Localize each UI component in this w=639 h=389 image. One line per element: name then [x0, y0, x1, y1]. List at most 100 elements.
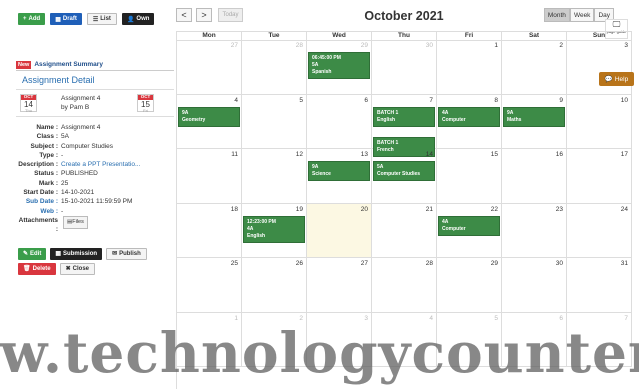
calendar-header: < > Today October 2021 Month Week Day — [176, 8, 632, 24]
day-cell[interactable]: 29 06:45:00 PM 5A Spanish — [307, 40, 372, 95]
calendar-event[interactable]: 9A Maths — [503, 106, 565, 127]
day-cell[interactable]: 1 — [437, 40, 502, 95]
day-cell[interactable]: 30 — [502, 258, 567, 313]
day-cell[interactable]: 25 — [177, 258, 242, 313]
day-cell[interactable]: 5 — [242, 94, 307, 149]
day-cell[interactable]: 3 — [307, 312, 372, 367]
view-month-button[interactable]: Month — [543, 8, 570, 22]
field-start-date: Start Date :14-10-2021 — [23, 189, 95, 197]
end-date-calendar-icon: OCT 15 Fri — [137, 94, 154, 112]
calendar-event[interactable]: 06:45:00 PM 5A Spanish — [308, 52, 370, 79]
day-cell[interactable]: 26 — [242, 258, 307, 313]
field-description: Description : Create a PPT Presentatio... — [16, 160, 174, 169]
close-icon: ✖ — [65, 266, 71, 273]
day-cell[interactable]: 6 — [307, 94, 372, 149]
day-cell[interactable]: 27 — [307, 258, 372, 313]
field-web: Web :- — [40, 207, 64, 215]
day-cell[interactable]: 5 — [437, 312, 502, 367]
view-week-button[interactable]: Week — [569, 8, 595, 22]
day-cell[interactable]: 30 — [372, 40, 437, 95]
day-cell[interactable]: 14 5A Computer Studies — [372, 149, 437, 204]
field-class: Class :5A — [36, 133, 69, 141]
calendar-event[interactable]: 4A Computer — [438, 215, 500, 236]
calendar-event[interactable]: 4A Computer — [438, 106, 500, 127]
day-cell[interactable]: 16 — [502, 149, 567, 204]
start-date-calendar-icon: OCT 14 Thu — [20, 94, 37, 112]
week-row: 27 28 29 06:45:00 PM 5A Spanish 30 1 2 3 — [177, 40, 632, 95]
day-cell[interactable]: 2 — [502, 40, 567, 95]
day-cell[interactable]: 6 — [502, 312, 567, 367]
top-toolbar: + Add ▦ Draft ☰ List 👤 Own — [18, 13, 155, 25]
calendar-event[interactable]: 9A Geometry — [178, 106, 240, 127]
week-row: 1 2 3 4 5 6 7 — [177, 312, 632, 367]
draft-button[interactable]: ▦ Draft — [50, 13, 82, 25]
user-icon: 👤 — [126, 16, 135, 23]
summary-header: New Assignment Summary — [16, 59, 174, 70]
day-cell[interactable]: 31 — [567, 258, 632, 313]
day-cell[interactable]: 21 — [372, 203, 437, 258]
day-cell[interactable]: 18 — [177, 203, 242, 258]
detail-fields: Name : Assignment 4 Class :5A Subject : Co… — [16, 117, 174, 235]
action-row-2: 🗑 Delete ✖ Close — [16, 262, 174, 275]
day-cell[interactable]: 1 — [177, 312, 242, 367]
close-button[interactable]: ✖ Close — [59, 262, 96, 275]
day-cell[interactable]: 13 9A Science — [307, 149, 372, 204]
monitor-icon: 🖵 — [612, 20, 621, 29]
plus-icon: + — [23, 16, 27, 22]
help-button[interactable]: 💬 Help — [599, 72, 634, 86]
field-attachments: Attachments : ▤ Files — [16, 215, 174, 235]
day-cell[interactable]: 17 — [567, 149, 632, 204]
day-cell[interactable]: 9 9A Maths — [502, 94, 567, 149]
field-sub-date: Sub Date :15-10-2021 11:59:59 PM — [25, 198, 133, 206]
day-cell[interactable]: 15 — [437, 149, 502, 204]
day-cell[interactable]: 12 — [242, 149, 307, 204]
calendar-event[interactable]: 5A Computer Studies — [373, 161, 435, 181]
weekday-header: Mon Tue Wed Thu Fri Sat Sun — [177, 31, 632, 41]
detail-title: Assignment Detail — [16, 70, 174, 90]
day-cell[interactable]: 2 — [242, 312, 307, 367]
list-icon: ☰ — [92, 16, 99, 23]
day-cell[interactable]: 23 — [502, 203, 567, 258]
day-cell[interactable]: 4 — [372, 312, 437, 367]
day-cell[interactable]: 10 — [567, 94, 632, 149]
week-row: 18 19 12:23:00 PM 4A English 20 21 22 4A Co… — [177, 203, 632, 258]
day-cell[interactable]: 7 BATCH 1 English BATCH 1 French — [372, 94, 437, 157]
own-button[interactable]: 👤 Own — [121, 13, 155, 25]
publish-button[interactable]: ✉ Publish — [106, 247, 147, 260]
add-button[interactable]: + Add — [18, 13, 46, 25]
envelope-icon: ✉ — [112, 251, 118, 258]
day-cell[interactable]: 24 — [567, 203, 632, 258]
day-cell[interactable]: 22 4A Computer — [437, 203, 502, 258]
description-link[interactable]: Create a PPT Presentatio... — [61, 160, 174, 169]
day-cell[interactable]: 7 — [567, 312, 632, 367]
files-button[interactable]: ▤ Files — [63, 215, 88, 230]
day-cell[interactable]: 29 — [437, 258, 502, 313]
day-cell[interactable]: 11 — [177, 149, 242, 204]
field-subject: Subject : Computer Studies — [30, 142, 114, 150]
calendar-event[interactable]: 12:23:00 PM 4A English — [243, 215, 305, 243]
edit-button[interactable]: ✎ Edit — [18, 247, 47, 260]
list-button[interactable]: ☰ List — [86, 13, 117, 25]
day-cell[interactable]: 28 — [372, 258, 437, 313]
calendar-event[interactable]: BATCH 1 English — [373, 106, 435, 127]
field-mark: Mark :25 — [38, 179, 69, 187]
summary-title: Assignment Summary — [34, 61, 103, 68]
calendar-event[interactable]: 9A Science — [308, 161, 370, 181]
day-cell[interactable]: 8 4A Computer — [437, 94, 502, 149]
day-cell[interactable]: 28 — [242, 40, 307, 95]
week-row: 4 9A Geometry 5 6 7 BATCH 1 English BATCH … — [177, 94, 632, 157]
week-row: 11 12 13 9A Science 14 5A Computer Studies… — [177, 149, 632, 204]
day-cell[interactable]: 4 9A Geometry — [177, 94, 242, 149]
day-cell-today[interactable]: 20 — [307, 203, 372, 258]
day-cell[interactable]: 19 12:23:00 PM 4A English — [242, 203, 307, 258]
field-status: Status : PUBLISHED — [34, 170, 98, 178]
day-cell[interactable]: 3 — [567, 40, 632, 95]
day-cell[interactable]: 27 — [177, 40, 242, 95]
delete-button[interactable]: 🗑 Delete — [18, 262, 56, 275]
assignment-heading: Assignment 4 by Pam B — [61, 95, 101, 111]
chat-icon: 💬 — [604, 76, 613, 83]
assignment-panel: New Assignment Summary Assignment Detail… — [16, 59, 174, 275]
submission-button[interactable]: ▦ Submission — [50, 247, 103, 260]
week-row: 25 26 27 28 29 30 31 — [177, 258, 632, 313]
trash-icon: 🗑 — [23, 266, 31, 273]
